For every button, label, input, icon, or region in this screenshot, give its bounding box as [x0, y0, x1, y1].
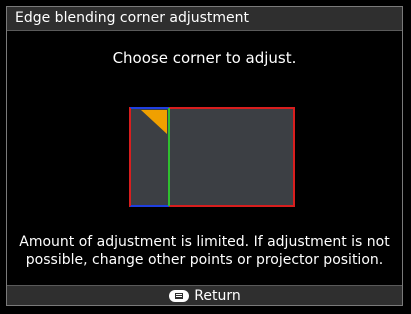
- projection-area: [129, 107, 295, 207]
- edge-blending-dialog: Edge blending corner adjustment Choose c…: [6, 6, 403, 306]
- footer-bar: Return: [7, 285, 402, 305]
- notice-line-1: Amount of adjustment is limited. If adju…: [19, 234, 390, 250]
- instruction-text: Choose corner to adjust.: [112, 49, 297, 67]
- return-button[interactable]: Return: [168, 287, 241, 304]
- menu-button-icon: [168, 289, 190, 303]
- notice-line-2: possible, change other points or project…: [25, 252, 384, 268]
- adjustment-notice: Amount of adjustment is limited. If adju…: [7, 233, 402, 269]
- dialog-title: Edge blending corner adjustment: [7, 7, 402, 31]
- projection-diagram: [129, 107, 295, 207]
- return-label: Return: [194, 287, 241, 304]
